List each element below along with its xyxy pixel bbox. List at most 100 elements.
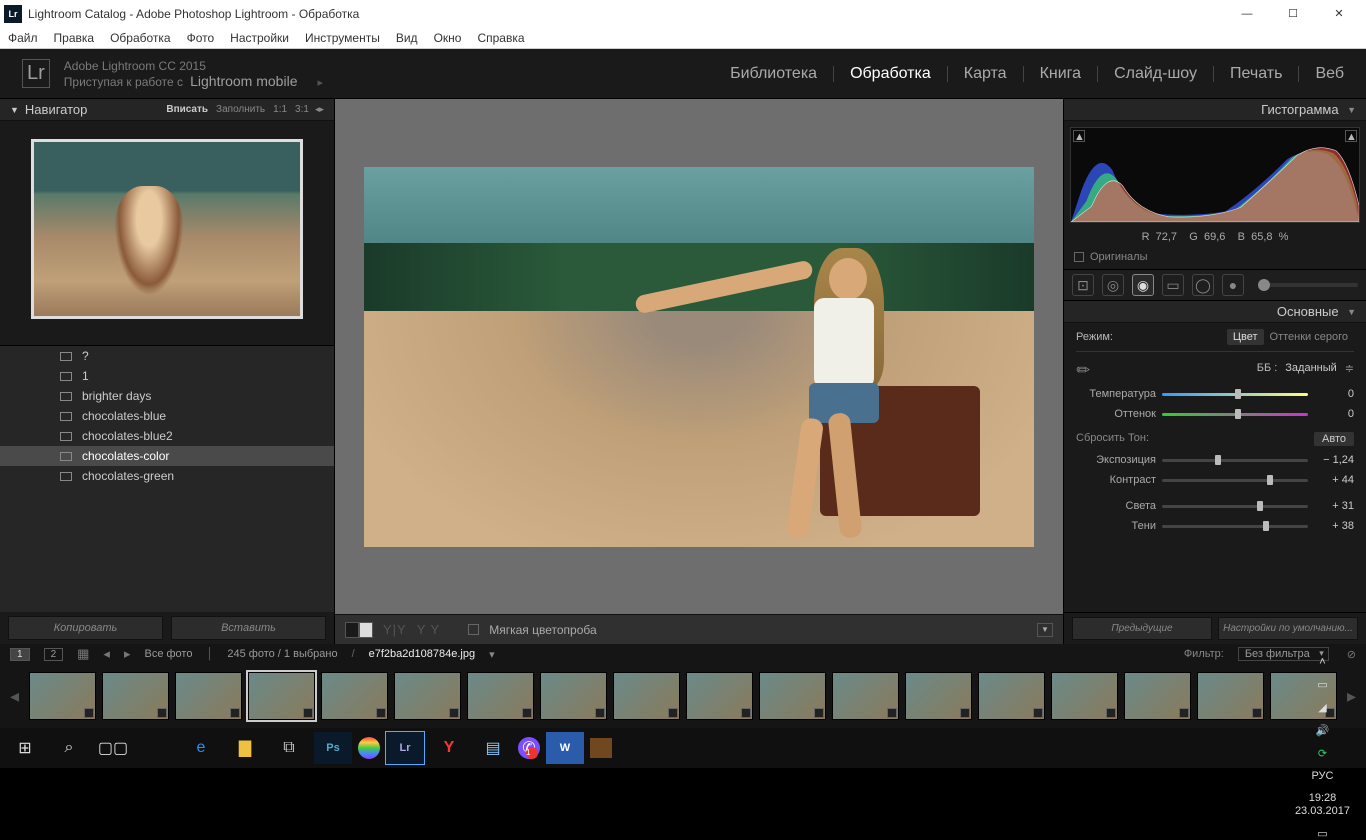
spot-tool[interactable]: ◎ [1102, 274, 1124, 296]
menu-help[interactable]: Справка [477, 31, 524, 45]
brush-size-slider[interactable] [1258, 283, 1358, 287]
view-switch[interactable] [345, 622, 373, 638]
tray-notifications-icon[interactable]: ▭ [1317, 827, 1327, 840]
edge-icon[interactable]: e [182, 732, 220, 764]
histogram[interactable]: ▲ ▲ [1070, 127, 1360, 223]
grid-icon[interactable]: ▦ [77, 646, 89, 662]
brush-tool[interactable]: ● [1222, 274, 1244, 296]
menu-settings[interactable]: Настройки [230, 31, 289, 45]
fwd-icon[interactable]: ▸ [124, 646, 131, 662]
paste-button[interactable]: Вставить [171, 616, 326, 640]
thumb[interactable] [1051, 672, 1118, 720]
tray-battery-icon[interactable]: ▭ [1317, 678, 1327, 691]
thumb[interactable] [321, 672, 388, 720]
eyedropper-icon[interactable]: ✎ [1072, 354, 1100, 382]
grad-tool[interactable]: ▭ [1162, 274, 1184, 296]
module-book[interactable]: Книга [1024, 66, 1098, 82]
thumb[interactable] [832, 672, 899, 720]
module-library[interactable]: Библиотека [714, 66, 834, 82]
monitor-2-button[interactable]: 2 [44, 648, 64, 661]
viber-icon[interactable]: ✆1 [518, 737, 540, 759]
store-icon[interactable]: ⧉ [270, 732, 308, 764]
tint-value[interactable]: 0 [1314, 408, 1354, 420]
preset-row[interactable]: chocolates-green [0, 466, 334, 486]
thumb[interactable] [394, 672, 461, 720]
preset-row[interactable]: brighter days [0, 386, 334, 406]
before-after-split-icon[interactable]: Y Y [417, 622, 440, 637]
temp-value[interactable]: 0 [1314, 388, 1354, 400]
monitor-1-button[interactable]: 1 [10, 648, 30, 661]
clip-highlights-icon[interactable]: ▲ [1345, 130, 1357, 142]
thumb[interactable] [978, 672, 1045, 720]
search-icon[interactable]: ⌕ [50, 732, 88, 764]
module-print[interactable]: Печать [1214, 66, 1299, 82]
before-after-icon[interactable]: Y|Y [383, 622, 407, 637]
preset-row[interactable]: chocolates-blue2 [0, 426, 334, 446]
thumb[interactable] [248, 672, 315, 720]
thumb[interactable] [175, 672, 242, 720]
thumb[interactable] [29, 672, 96, 720]
thumb[interactable] [102, 672, 169, 720]
tray-volume-icon[interactable]: 🔊 [1316, 724, 1330, 737]
crop-tool[interactable]: ⊡ [1072, 274, 1094, 296]
tint-slider[interactable] [1162, 410, 1308, 418]
ratio-menu-icon[interactable]: ◂▸ [315, 104, 324, 115]
photoshop-icon[interactable]: Ps [314, 732, 352, 764]
thumb[interactable] [540, 672, 607, 720]
mobile-link[interactable]: Lightroom mobile [190, 73, 297, 89]
nav-3to1[interactable]: 3:1 [295, 104, 309, 115]
word-icon[interactable]: W [546, 732, 584, 764]
thumb[interactable] [613, 672, 680, 720]
shadows-slider[interactable] [1162, 522, 1308, 530]
exposure-slider[interactable] [1162, 456, 1308, 464]
menu-develop[interactable]: Обработка [110, 31, 171, 45]
lightroom-icon[interactable]: Lr [386, 732, 424, 764]
back-icon[interactable]: ◂ [103, 646, 110, 662]
tray-chevron-icon[interactable]: ˄ [1319, 656, 1325, 668]
thumb[interactable] [686, 672, 753, 720]
start-button[interactable]: ⊞ [6, 732, 44, 764]
source-label[interactable]: Все фото [144, 648, 192, 660]
toolbar-menu-icon[interactable]: ▼ [1037, 623, 1053, 637]
tone-label[interactable]: Сбросить Тон: [1076, 432, 1149, 446]
contrast-slider[interactable] [1162, 476, 1308, 484]
treatment-gray[interactable]: Оттенки серого [1264, 329, 1354, 345]
preset-row[interactable]: 1 [0, 366, 334, 386]
menu-file[interactable]: Файл [8, 31, 38, 45]
reset-button[interactable]: Настройки по умолчанию... [1218, 617, 1358, 640]
wb-select[interactable]: Заданный [1285, 362, 1337, 374]
clip-shadows-icon[interactable]: ▲ [1073, 130, 1085, 142]
tray-sync-icon[interactable]: ⟳ [1318, 747, 1327, 760]
shadows-value[interactable]: + 38 [1314, 520, 1354, 532]
tray-wifi-icon[interactable]: ◢ [1318, 701, 1326, 714]
module-map[interactable]: Карта [948, 66, 1024, 82]
preset-row[interactable]: chocolates-color [0, 446, 334, 466]
notepad-icon[interactable]: ▤ [474, 732, 512, 764]
highlights-value[interactable]: + 31 [1314, 500, 1354, 512]
menu-view[interactable]: Вид [396, 31, 418, 45]
auto-button[interactable]: Авто [1314, 432, 1354, 446]
menu-window[interactable]: Окно [434, 31, 462, 45]
menu-tools[interactable]: Инструменты [305, 31, 380, 45]
navigator-header[interactable]: ▼ Навигатор Вписать Заполнить 1:1 3:1 ◂▸ [0, 99, 334, 121]
preset-row[interactable]: chocolates-blue [0, 406, 334, 426]
copy-button[interactable]: Копировать [8, 616, 163, 640]
thumb[interactable] [905, 672, 972, 720]
tray-language[interactable]: РУС [1311, 770, 1333, 782]
play-icon[interactable]: ▸ [317, 77, 323, 89]
histogram-header[interactable]: Гистограмма ▼ [1064, 99, 1366, 121]
close-button[interactable]: ✕ [1316, 0, 1362, 27]
strip-left-icon[interactable]: ◂ [6, 686, 23, 707]
radial-tool[interactable]: ◯ [1192, 274, 1214, 296]
taskview-icon[interactable]: ▢▢ [94, 732, 132, 764]
temp-slider[interactable] [1162, 390, 1308, 398]
minimize-button[interactable]: — [1224, 0, 1270, 27]
module-slideshow[interactable]: Слайд-шоу [1098, 66, 1214, 82]
originals-checkbox[interactable] [1074, 252, 1084, 262]
menu-edit[interactable]: Правка [54, 31, 95, 45]
exposure-value[interactable]: − 1,24 [1314, 454, 1354, 466]
thumb[interactable] [759, 672, 826, 720]
app-icon[interactable] [358, 737, 380, 759]
menu-photo[interactable]: Фото [187, 31, 215, 45]
explorer-icon[interactable]: ▇ [226, 732, 264, 764]
